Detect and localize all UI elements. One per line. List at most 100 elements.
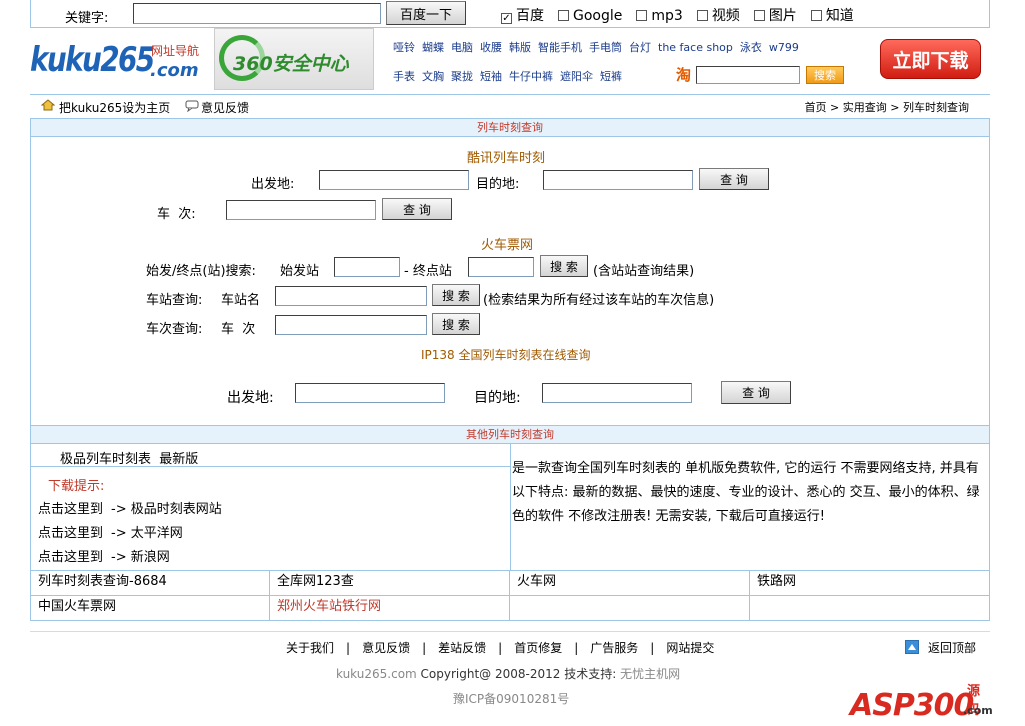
table-cell-link[interactable]: 火车网 (509, 570, 750, 596)
kuxun-title: 酷讯列车时刻 (467, 151, 546, 166)
left-divider (31, 466, 511, 467)
hot-keyword-link[interactable]: 短裤 (600, 70, 622, 83)
download-link-prefix[interactable]: 点击这里到 (38, 550, 103, 565)
hot-keyword-link[interactable]: w799 (769, 41, 799, 54)
breadcrumb-mid[interactable]: 实用查询 (843, 101, 887, 114)
footer-link[interactable]: 网站提交 (666, 641, 714, 655)
hot-keyword-link[interactable]: 台灯 (629, 41, 651, 54)
logo-text: kuku265 (30, 40, 155, 80)
engine-checkbox[interactable] (696, 10, 708, 21)
footer-link[interactable]: 首页修复 (514, 641, 562, 655)
engine-checkbox[interactable] (753, 10, 765, 21)
hot-keyword-link[interactable]: 聚拢 (451, 70, 473, 83)
download-link-prefix[interactable]: 点击这里到 (38, 502, 103, 517)
hot-keyword-link[interactable]: 文胸 (422, 70, 444, 83)
huoche-end-input[interactable] (468, 257, 534, 277)
kuxun-train-label: 车 次: (157, 207, 196, 222)
hot-keyword-link[interactable]: 牛仔中裤 (509, 70, 553, 83)
huoche-train-search-button[interactable]: 搜 索 (432, 313, 480, 335)
huoche-row2-note: (检索结果为所有经过该车站的车次信息) (483, 293, 715, 308)
footer-link[interactable]: 意见反馈 (362, 641, 410, 655)
table-cell-link[interactable]: 中国火车票网 (30, 595, 270, 621)
engine-option[interactable]: 知道 (810, 8, 854, 24)
watermark-text: ASP300 (850, 688, 974, 723)
top-search-bar: 关键字: 百度一下 ✓ 百度 Google mp3 视频 图片 知道 (30, 0, 990, 28)
footer-link[interactable]: 广告服务 (590, 641, 638, 655)
engine-checkbox[interactable] (810, 10, 822, 21)
huoche-station-search-button[interactable]: 搜 索 (432, 284, 480, 306)
back-top-link[interactable]: 返回顶部 (928, 639, 976, 656)
table-cell-link[interactable]: 铁路网 (749, 570, 990, 596)
hot-keyword-link[interactable]: 蝴蝶 (422, 41, 444, 54)
table-cell-link[interactable]: 列车时刻表查询-8684 (30, 570, 270, 596)
copyright-site[interactable]: kuku265.com (336, 667, 417, 681)
huoche-start-input[interactable] (334, 257, 400, 277)
download-link-row[interactable]: 点击这里到 -> 太平洋网 (38, 522, 222, 546)
engine-checkbox[interactable] (636, 10, 648, 21)
table-cell-link[interactable]: 郑州火车站铁行网 (269, 595, 510, 621)
hot-keyword-link[interactable]: 短袖 (480, 70, 502, 83)
ad-360-banner[interactable]: 360安全中心 (214, 28, 374, 90)
site-logo[interactable]: kuku265 .com 网址导航 (30, 40, 200, 84)
icp-text: 豫ICP备09010281号 (453, 692, 570, 706)
engine-option[interactable]: Google (558, 8, 622, 24)
hot-keyword-link[interactable]: 韩版 (509, 41, 531, 54)
nav-bar: 把kuku265设为主页 意见反馈 首页 > 实用查询 > 列车时刻查询 (30, 94, 990, 118)
footer-link[interactable]: 差站反馈 (438, 641, 486, 655)
huoche-train-label: 车 次 (221, 322, 256, 337)
ip138-from-label: 出发地: (227, 390, 274, 406)
software-description: 是一款查询全国列车时刻表的 单机版免费软件, 它的运行 不需要网络支持, 并具有… (512, 461, 980, 524)
huoche-route-search-button[interactable]: 搜 索 (540, 255, 588, 277)
ip138-query-button[interactable]: 查 询 (721, 381, 791, 404)
huoche-train-input[interactable] (275, 315, 427, 335)
breadcrumb-home[interactable]: 首页 (805, 101, 827, 114)
feedback-link[interactable]: 意见反馈 (201, 99, 249, 116)
footer-separator: | (574, 641, 579, 655)
kuxun-query-button[interactable]: 查 询 (699, 168, 769, 190)
copyright-support[interactable]: 无忧主机网 (620, 667, 680, 681)
asp300-watermark: ASP300 源码 .com (850, 670, 993, 726)
kuxun-train-query-button[interactable]: 查 询 (382, 198, 452, 220)
hot-keyword-link[interactable]: 智能手机 (538, 41, 582, 54)
engine-option-label: Google (573, 8, 623, 24)
engine-option[interactable]: ✓ 百度 (501, 8, 544, 24)
download-link-row[interactable]: 点击这里到 -> 新浪网 (38, 546, 222, 570)
download-button[interactable]: 立即下载 (880, 39, 981, 79)
taobao-icon: 淘 (676, 66, 692, 84)
footer-link[interactable]: 关于我们 (286, 641, 334, 655)
hot-keyword-link[interactable]: the face shop (658, 41, 733, 54)
hot-keyword-link[interactable]: 电脑 (451, 41, 473, 54)
kuxun-train-input[interactable] (226, 200, 376, 220)
taobao-search-button[interactable]: 搜索 (806, 66, 844, 84)
taobao-search-input[interactable] (696, 66, 800, 84)
keyword-input[interactable] (133, 3, 381, 24)
hot-keyword-link[interactable]: 遮阳伞 (560, 70, 593, 83)
table-cell-link[interactable]: 全库网123查 (269, 570, 510, 596)
engine-option[interactable]: 视频 (696, 8, 740, 24)
huoche-title: 火车票网 (481, 238, 534, 253)
hot-keyword-link[interactable]: 泳衣 (740, 41, 762, 54)
huoche-station-input[interactable] (275, 286, 427, 306)
breadcrumb-current: 列车时刻查询 (903, 101, 969, 114)
breadcrumb-sep: > (886, 101, 903, 114)
ip138-from-input[interactable] (295, 383, 445, 403)
hot-keyword-link[interactable]: 收腰 (480, 41, 502, 54)
engine-option[interactable]: mp3 (636, 8, 683, 24)
download-link-target[interactable]: -> 极品时刻表网站 (111, 502, 222, 517)
hot-keyword-link[interactable]: 手电筒 (589, 41, 622, 54)
download-link-prefix[interactable]: 点击这里到 (38, 526, 103, 541)
download-link-target[interactable]: -> 太平洋网 (111, 526, 183, 541)
download-link-target[interactable]: -> 新浪网 (111, 550, 170, 565)
ip138-to-input[interactable] (542, 383, 692, 403)
engine-checkbox[interactable]: ✓ (501, 13, 512, 24)
set-home-link[interactable]: 把kuku265设为主页 (59, 99, 170, 116)
huoche-row3-label: 车次查询: (146, 322, 203, 337)
download-link-row[interactable]: 点击这里到 -> 极品时刻表网站 (38, 498, 222, 522)
hot-keyword-link[interactable]: 手表 (393, 70, 415, 83)
baidu-search-button[interactable]: 百度一下 (386, 1, 466, 25)
kuxun-from-input[interactable] (319, 170, 469, 190)
kuxun-to-input[interactable] (543, 170, 693, 190)
engine-checkbox[interactable] (558, 10, 569, 21)
engine-option[interactable]: 图片 (753, 8, 797, 24)
hot-keyword-link[interactable]: 哑铃 (393, 41, 415, 54)
